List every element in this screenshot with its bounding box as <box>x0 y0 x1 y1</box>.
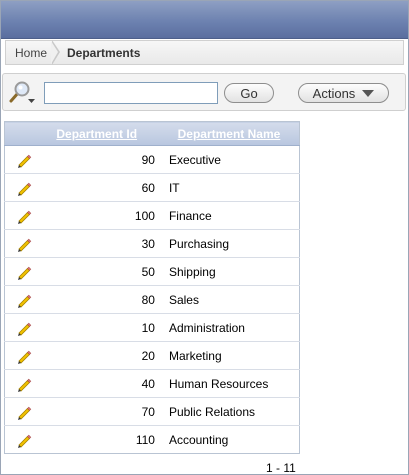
department-name-header-label[interactable]: Department Name <box>178 127 281 141</box>
go-button[interactable]: Go <box>224 83 274 103</box>
report-header-row: Department Id Department Name <box>4 121 300 146</box>
department-id-cell: 70 <box>34 397 159 426</box>
sort-department-name-header[interactable]: Department Name <box>158 121 300 146</box>
edit-cell <box>4 369 35 398</box>
table-row: 20 Marketing <box>4 341 300 370</box>
edit-pencil-icon[interactable] <box>5 236 34 252</box>
department-name-cell: Public Relations <box>158 397 300 426</box>
edit-pencil-icon[interactable] <box>5 292 34 308</box>
edit-pencil-icon[interactable] <box>5 404 34 420</box>
edit-cell <box>4 145 35 174</box>
pagination-range: 1 - 11 <box>266 461 296 475</box>
table-row: 10 Administration <box>4 313 300 342</box>
search-options-icon[interactable] <box>8 80 36 106</box>
department-id-cell: 30 <box>34 229 159 258</box>
departments-report: Department Id Department Name 90 Executiv… <box>4 121 300 454</box>
department-name-cell: Finance <box>158 201 300 230</box>
department-name-cell: Accounting <box>158 425 300 454</box>
department-name-cell: Purchasing <box>158 229 300 258</box>
edit-cell <box>4 397 35 426</box>
department-id-cell: 90 <box>34 145 159 174</box>
edit-column-header <box>4 121 35 146</box>
department-id-cell: 20 <box>34 341 159 370</box>
department-name-cell: Executive <box>158 145 300 174</box>
edit-pencil-icon[interactable] <box>5 320 34 336</box>
breadcrumb-home-link[interactable]: Home <box>6 46 47 60</box>
table-row: 80 Sales <box>4 285 300 314</box>
search-toolbar: Go Actions <box>2 73 406 111</box>
actions-label: Actions <box>312 85 356 101</box>
breadcrumb-current: Departments <box>67 45 141 60</box>
edit-cell <box>4 173 35 202</box>
table-row: 70 Public Relations <box>4 397 300 426</box>
department-id-cell: 110 <box>34 425 159 454</box>
edit-pencil-icon[interactable] <box>5 264 34 280</box>
department-id-cell: 40 <box>34 369 159 398</box>
department-name-cell: Shipping <box>158 257 300 286</box>
edit-pencil-icon[interactable] <box>5 180 34 196</box>
department-name-cell: Marketing <box>158 341 300 370</box>
sort-department-id-header[interactable]: Department Id <box>34 121 159 146</box>
department-name-cell: Human Resources <box>158 369 300 398</box>
breadcrumb: Home Departments <box>5 40 404 65</box>
table-row: 40 Human Resources <box>4 369 300 398</box>
edit-pencil-icon[interactable] <box>5 376 34 392</box>
table-row: 110 Accounting <box>4 425 300 454</box>
department-id-cell: 60 <box>34 173 159 202</box>
department-id-cell: 80 <box>34 285 159 314</box>
table-row: 90 Executive <box>4 145 300 174</box>
edit-cell <box>4 229 35 258</box>
actions-menu-button[interactable]: Actions <box>298 83 389 103</box>
table-row: 100 Finance <box>4 201 300 230</box>
edit-cell <box>4 341 35 370</box>
edit-pencil-icon[interactable] <box>5 152 34 168</box>
header-bar <box>1 1 408 39</box>
department-id-cell: 50 <box>34 257 159 286</box>
department-id-cell: 100 <box>34 201 159 230</box>
department-name-cell: Administration <box>158 313 300 342</box>
table-row: 60 IT <box>4 173 300 202</box>
edit-pencil-icon[interactable] <box>5 348 34 364</box>
edit-cell <box>4 425 35 454</box>
search-input[interactable] <box>44 82 218 104</box>
breadcrumb-separator-icon <box>51 40 62 65</box>
edit-cell <box>4 285 35 314</box>
edit-cell <box>4 201 35 230</box>
edit-pencil-icon[interactable] <box>5 432 34 448</box>
department-id-header-label[interactable]: Department Id <box>56 127 137 141</box>
department-name-cell: Sales <box>158 285 300 314</box>
edit-cell <box>4 313 35 342</box>
department-name-cell: IT <box>158 173 300 202</box>
caret-down-icon <box>362 89 375 97</box>
table-row: 50 Shipping <box>4 257 300 286</box>
edit-pencil-icon[interactable] <box>5 208 34 224</box>
department-id-cell: 10 <box>34 313 159 342</box>
table-row: 30 Purchasing <box>4 229 300 258</box>
edit-cell <box>4 257 35 286</box>
